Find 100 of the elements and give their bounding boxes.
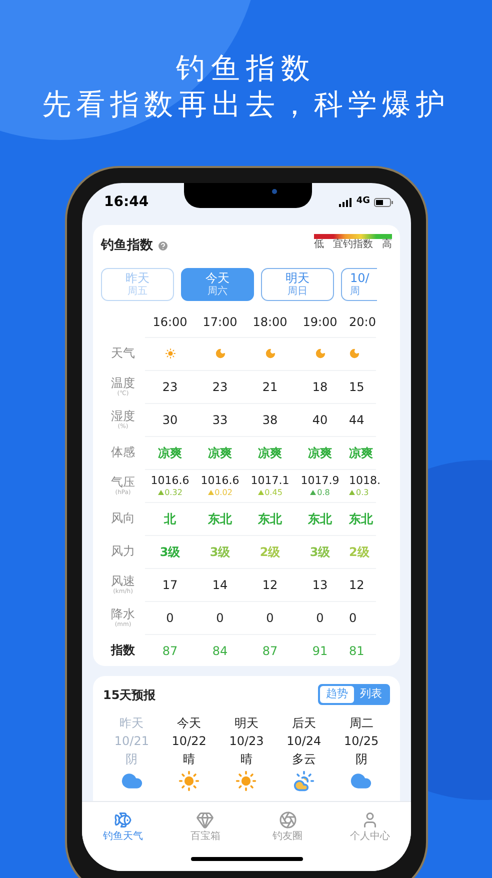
headline-title: 钓鱼指数: [176, 50, 316, 86]
card-title: 钓鱼指数: [101, 237, 153, 255]
table-cell-text: 33: [212, 412, 228, 428]
forecast-day: 今天: [177, 714, 202, 732]
day-tab[interactable]: 明天 周日: [261, 268, 334, 300]
forecast-date: 10/23: [229, 733, 264, 750]
table-cell-text: 0: [349, 610, 357, 626]
forecast-date: 10/21: [114, 733, 149, 750]
forecast-date: 10/24: [286, 733, 322, 750]
table-cell-text: 2级: [349, 544, 370, 560]
table-cell: 1017.9: [300, 474, 340, 488]
table-cell-text: 91: [312, 642, 328, 660]
table-cell-text: 23: [162, 378, 178, 396]
table-cell-text: 东北: [258, 510, 282, 528]
forecast-date: 10/22: [172, 733, 206, 750]
table-cell-text: 凉爽: [158, 444, 182, 462]
tab-bar-item[interactable]: 钓友圈: [246, 802, 329, 851]
table-cell-text: 40: [312, 412, 328, 428]
legend-high: 高: [382, 239, 392, 251]
table-cell-text: 84: [212, 642, 228, 660]
fish-icon: [114, 810, 132, 828]
table-cell-text: 0: [166, 610, 174, 626]
table-cell-text: 30: [162, 412, 178, 428]
forecast-weather: 晴: [240, 751, 252, 768]
table-cell-text: 14: [212, 576, 228, 594]
row-label: 降水: [111, 606, 135, 620]
table-cell-text: 38: [262, 412, 278, 428]
table-cell-text: 2级: [260, 544, 280, 560]
forecast-day: 昨天: [120, 714, 144, 732]
table-cell: 1016.6: [200, 474, 240, 488]
table-cell-text: 18: [312, 378, 328, 396]
table-cell-text: 凉爽: [208, 444, 232, 462]
table-cell-text: 3级: [160, 544, 180, 560]
table-cell-text: 44: [349, 412, 364, 428]
table-cell-text: 17: [162, 576, 178, 594]
table-cell: 1018.: [349, 474, 380, 488]
table-cell-text: 凉爽: [308, 444, 332, 462]
pressure-change: 0.02: [214, 488, 232, 498]
table-cell-text: 87: [262, 642, 278, 660]
table-cell: 1017.1: [250, 474, 290, 488]
table-cell-text: 15: [349, 378, 364, 396]
legend-label: 宜钓指数: [333, 239, 373, 251]
signal-icon: [339, 198, 352, 206]
legend-low: 低: [314, 239, 324, 251]
tab-bar-item[interactable]: 百宝箱: [164, 802, 246, 851]
table-cell-text: 凉爽: [258, 444, 282, 462]
forecast-weather: 多云: [292, 751, 316, 768]
table-cell-text: 凉爽: [349, 444, 373, 462]
row-label: 天气: [111, 346, 135, 360]
status-time: 16:44: [104, 192, 149, 212]
aperture-icon: [278, 810, 297, 828]
pressure-change: 0.8: [317, 488, 330, 498]
day-tab[interactable]: 今天 周六: [181, 268, 254, 300]
pressure-change: 0.45: [264, 488, 282, 498]
forecast-day: 明天: [234, 714, 258, 732]
forecast-weather: 阴: [355, 751, 368, 768]
hour-label: 19:00: [302, 314, 338, 328]
tab-bar-item[interactable]: 钓鱼天气: [82, 802, 164, 851]
day-tab[interactable]: 10/ 周: [341, 268, 377, 300]
view-toggle-option[interactable]: 趋势: [320, 686, 354, 703]
forecast-date: 10/25: [344, 733, 379, 750]
forecast-day: 周二: [349, 714, 374, 732]
hour-label: 17:00: [202, 314, 238, 328]
table-cell-text: 23: [212, 378, 228, 396]
table-cell-text: 0: [216, 610, 224, 626]
table-cell-text: 12: [349, 576, 364, 594]
table-cell-text: 21: [262, 378, 278, 396]
row-label: 风速: [111, 574, 135, 588]
forecast-weather: 阴: [126, 751, 138, 768]
table-cell-text: 0: [266, 610, 274, 626]
row-label: 风向: [111, 511, 135, 525]
table-cell-text: 12: [262, 576, 278, 594]
table-cell-text: 0: [316, 610, 324, 626]
card-title: 15天预报: [103, 686, 156, 704]
forecast-day: 后天: [292, 714, 316, 732]
table-cell-text: 81: [349, 642, 364, 660]
row-label: 指数: [111, 643, 135, 657]
row-label: 风力: [111, 544, 135, 558]
hour-label: 16:00: [152, 314, 188, 328]
table-cell-text: 北: [164, 510, 176, 528]
table-cell-text: 东北: [208, 510, 232, 528]
hour-label: 18:00: [252, 314, 288, 328]
gem-icon: [196, 810, 214, 828]
help-icon[interactable]: [157, 240, 169, 252]
camera-icon: [272, 189, 277, 194]
row-label: 气压: [111, 474, 135, 488]
tab-bar-item[interactable]: 个人中心: [328, 802, 411, 851]
table-cell-text: 3级: [210, 544, 230, 560]
pressure-change: 0.32: [164, 488, 182, 498]
table-cell-text: 13: [312, 576, 328, 594]
table-cell-text: 东北: [308, 510, 332, 528]
battery-icon: [374, 198, 393, 206]
forecast-weather: 晴: [183, 751, 196, 768]
headline-subtitle: 先看指数再出去，科学爆护: [42, 86, 450, 122]
network-label: 4G: [356, 195, 370, 208]
row-label: 湿度: [111, 408, 135, 422]
row-label: 体感: [111, 445, 135, 459]
row-label: 温度: [111, 376, 135, 390]
table-cell-text: 87: [162, 642, 178, 660]
table-cell: 1016.6: [150, 474, 190, 488]
